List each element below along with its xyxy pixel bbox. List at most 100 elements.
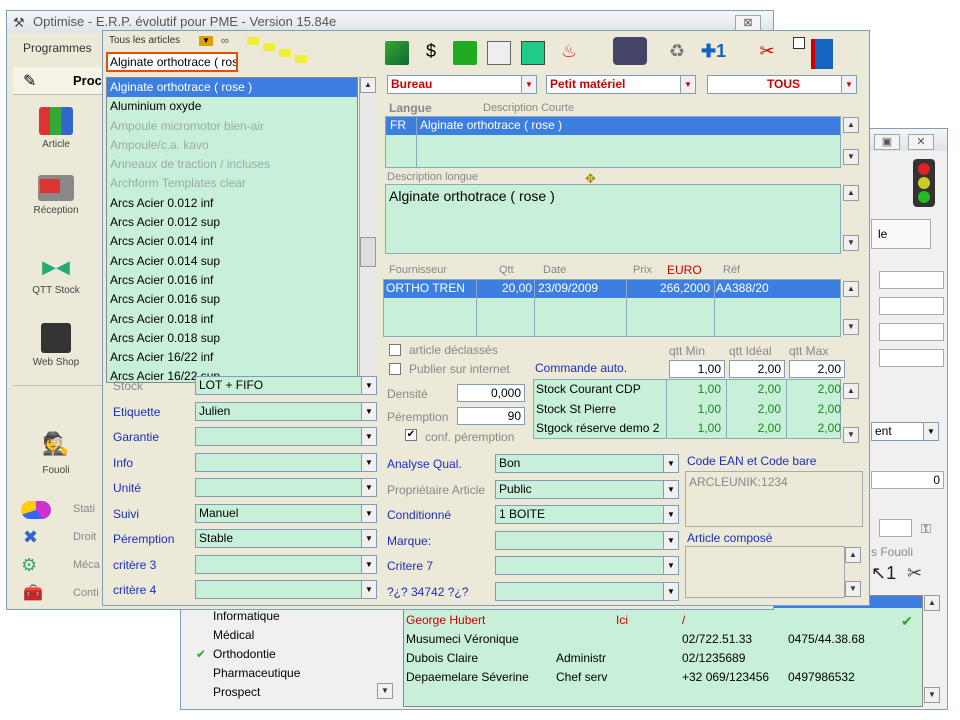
back-field-4[interactable] [879, 349, 944, 367]
scroll-up-button[interactable]: ▲ [360, 77, 376, 93]
filter-label[interactable]: Tous les articles [109, 35, 180, 46]
scroll-up-button[interactable]: ▲ [845, 547, 861, 563]
image-icon[interactable] [521, 41, 545, 65]
contact-name[interactable]: George Hubert [406, 613, 485, 627]
folders-icon[interactable] [247, 37, 307, 63]
prop-combo[interactable]: Bon ▼ [495, 454, 679, 473]
paperclip-icon[interactable]: ∞ [221, 35, 229, 47]
minimize-icon[interactable] [793, 37, 805, 49]
back-zero-field[interactable]: 0 [871, 471, 944, 489]
list-item[interactable]: Ampoule micromotor bien-air [107, 117, 357, 136]
close-button[interactable]: ⊠ [735, 15, 761, 31]
money-icon[interactable]: $ [419, 41, 443, 65]
prop-combo[interactable]: 1 BOITE ▼ [495, 505, 679, 524]
list-item[interactable]: Arcs Acier 0.012 sup [107, 213, 357, 232]
peremption-field[interactable]: 90 [457, 407, 525, 425]
list-item[interactable]: Arcs Acier 0.016 inf [107, 271, 357, 290]
scroll-up-button[interactable]: ▲ [843, 383, 859, 399]
sidebar-item-web-shop[interactable]: Web Shop [13, 323, 99, 368]
stock-row-value[interactable]: 2,00 [789, 382, 841, 396]
sector-item[interactable]: Prospect [213, 685, 260, 699]
sidebar-bottom-conti[interactable]: Conti [73, 587, 99, 599]
scroll-up-button[interactable]: ▲ [843, 281, 859, 297]
list-item[interactable]: Anneaux de traction / incluses [107, 155, 357, 174]
contact-name[interactable]: Musumeci Véronique [406, 632, 519, 646]
list-item[interactable]: Arcs Acier 0.018 inf [107, 310, 357, 329]
sidebar-bottom-stats[interactable]: Stati [73, 503, 95, 515]
prop-combo[interactable]: Julien ▼ [195, 401, 377, 421]
sidebar-item-fouoli[interactable]: 🕵 Fouoli [13, 431, 99, 476]
list-item[interactable]: Arcs Acier 0.014 inf [107, 232, 357, 251]
scroll-down-button[interactable]: ▼ [924, 687, 940, 703]
fire-icon[interactable]: ♨ [557, 41, 581, 65]
tab-le[interactable]: le [871, 219, 931, 249]
scroll-down-button[interactable]: ▼ [843, 149, 859, 165]
stock-row-value[interactable]: 1,00 [669, 421, 721, 435]
category-2-combo[interactable]: Petit matériel ▼ [546, 75, 696, 94]
contact-name[interactable]: Depaemelare Séverine [406, 670, 529, 684]
stock-row-value[interactable]: 2,00 [729, 382, 781, 396]
sector-item[interactable]: Informatique [213, 609, 280, 623]
prop-combo[interactable]: ▼ [495, 581, 679, 601]
conf-peremption-checkbox[interactable]: ✔ [405, 429, 417, 441]
factory-icon[interactable] [453, 41, 477, 65]
contact-name[interactable]: Dubois Claire [406, 651, 478, 665]
scroll-down-button[interactable]: ▼ [843, 235, 859, 251]
supplier-name[interactable]: ORTHO TREN [386, 281, 465, 295]
qtt-max-default[interactable]: 2,00 [789, 360, 845, 378]
langue-code[interactable]: FR [390, 118, 406, 132]
exit-door-icon[interactable] [811, 39, 833, 69]
category-1-combo[interactable]: Bureau ▼ [387, 75, 537, 94]
category-3-combo[interactable]: TOUS ▼ [707, 75, 857, 94]
scroll-down-button[interactable]: ▼ [377, 683, 393, 699]
sidebar-item-qtt-stock[interactable]: ▶◀ QTT Stock [13, 257, 99, 296]
sector-item[interactable]: Orthodontie [213, 647, 276, 661]
back-field-1[interactable] [879, 271, 944, 289]
scroll-up-button[interactable]: ▲ [924, 595, 940, 611]
list-item[interactable]: Arcs Acier 0.016 sup [107, 290, 357, 309]
stock-row-value[interactable]: 1,00 [669, 382, 721, 396]
desc-longue-field[interactable]: Alginate orthotrace ( rose ) [385, 184, 841, 254]
list-item[interactable]: Ampoule/c.a. kavo [107, 136, 357, 155]
prop-combo[interactable]: ▼ [195, 580, 377, 599]
back-field-2[interactable] [879, 297, 944, 315]
list-item[interactable]: Arcs Acier 16/22 inf [107, 348, 357, 367]
traffic-light-icon[interactable] [913, 159, 935, 207]
action-icon[interactable]: ↖1 [871, 563, 896, 584]
declasse-checkbox[interactable] [389, 344, 401, 356]
tool-icon[interactable]: ✂ [755, 41, 779, 65]
stock-row-value[interactable]: 1,00 [669, 402, 721, 416]
close-button[interactable]: ✕ [908, 134, 934, 150]
list-item[interactable]: Arcs Acier 0.018 sup [107, 329, 357, 348]
list-item[interactable]: Archform Templates clear [107, 174, 357, 193]
document-icon[interactable] [487, 41, 511, 65]
prop-combo[interactable]: ▼ [195, 554, 377, 574]
scroll-up-button[interactable]: ▲ [843, 117, 859, 133]
scroll-down-button[interactable]: ▼ [843, 319, 859, 335]
restore-button[interactable]: ▣ [874, 134, 900, 150]
stock-row-value[interactable]: 2,00 [789, 402, 841, 416]
back-field-5[interactable] [879, 519, 912, 537]
prop-combo[interactable]: ▼ [495, 530, 679, 550]
prop-combo[interactable]: Manuel ▼ [195, 503, 377, 523]
sidebar-bottom-meca[interactable]: Méca [73, 559, 100, 571]
key-icon[interactable]: ⚿ [921, 521, 941, 536]
stock-row-value[interactable]: 2,00 [729, 421, 781, 435]
sector-item[interactable]: Médical [213, 628, 254, 642]
scroll-up-button[interactable]: ▲ [843, 185, 859, 201]
prop-combo[interactable]: ▼ [195, 427, 377, 446]
article-search-input[interactable]: Alginate orthotrace ( rose ) [106, 52, 238, 72]
sector-item[interactable]: Pharmaceutique [213, 666, 300, 680]
commande-auto-label[interactable]: Commande auto. [535, 361, 627, 375]
densite-field[interactable]: 0,000 [457, 384, 525, 402]
prop-combo[interactable]: ▼ [495, 556, 679, 575]
menu-programmes[interactable]: Programmes [23, 41, 92, 55]
prop-combo[interactable]: Public ▼ [495, 479, 679, 499]
box-icon[interactable] [385, 41, 409, 65]
list-item[interactable]: Alginate orthotrace ( rose ) [107, 78, 357, 98]
stock-row-value[interactable]: 2,00 [729, 402, 781, 416]
sidebar-item-reception[interactable]: Réception [13, 175, 99, 216]
scroll-down-button[interactable]: ▼ [845, 581, 861, 597]
printer-icon[interactable] [613, 37, 647, 65]
list-item[interactable]: Arcs Acier 0.012 inf [107, 194, 357, 213]
